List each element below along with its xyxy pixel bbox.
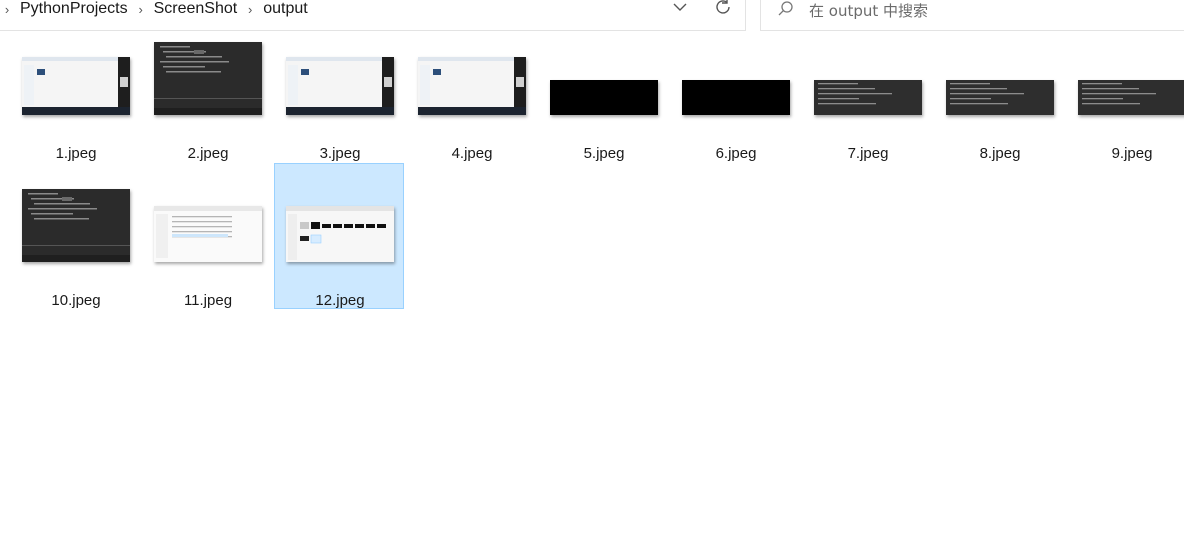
file-item[interactable]: 11.jpeg [142,163,272,309]
file-item[interactable]: 10.jpeg [10,163,140,309]
file-item[interactable]: 2.jpeg [142,16,272,162]
file-name-label: 5.jpeg [583,145,625,162]
file-thumbnail [1078,80,1184,115]
file-thumbnail [550,80,658,115]
file-thumbnail [154,206,262,262]
file-thumbnail [286,57,394,115]
file-name-label: 1.jpeg [55,145,97,162]
file-name-label: 8.jpeg [979,145,1021,162]
file-item[interactable]: 8.jpeg [934,16,1064,162]
file-thumbnail [682,80,790,115]
file-name-label: 11.jpeg [183,292,233,309]
file-name-label: 10.jpeg [51,292,101,309]
file-thumbnail [286,206,394,262]
file-name-label: 3.jpeg [319,145,361,162]
file-name-label: 6.jpeg [715,145,757,162]
file-thumbnail [946,80,1054,115]
file-item[interactable]: 7.jpeg [802,16,932,162]
file-name-label: 2.jpeg [187,145,229,162]
file-thumbnail [814,80,922,115]
file-thumbnail [22,57,130,115]
file-item[interactable]: 1.jpeg [10,16,140,162]
file-thumbnail [154,42,262,115]
file-item[interactable]: 5.jpeg [538,16,668,162]
file-name-label: 12.jpeg [315,292,365,309]
file-item[interactable]: 6.jpeg [670,16,800,162]
file-item[interactable]: 4.jpeg [406,16,536,162]
file-thumbnail [418,57,526,115]
file-item[interactable]: 12.jpeg [274,163,404,309]
file-thumbnail [22,189,130,262]
file-grid: 1.jpeg 2.jpeg 3.jpeg 4.jpeg 5.jpeg 6.jpeg 7.jp… [0,0,1184,549]
file-name-label: 4.jpeg [451,145,493,162]
file-name-label: 7.jpeg [847,145,889,162]
file-item[interactable]: 3.jpeg [274,16,404,162]
file-item[interactable]: 9.jpeg [1066,16,1184,162]
file-name-label: 9.jpeg [1111,145,1153,162]
